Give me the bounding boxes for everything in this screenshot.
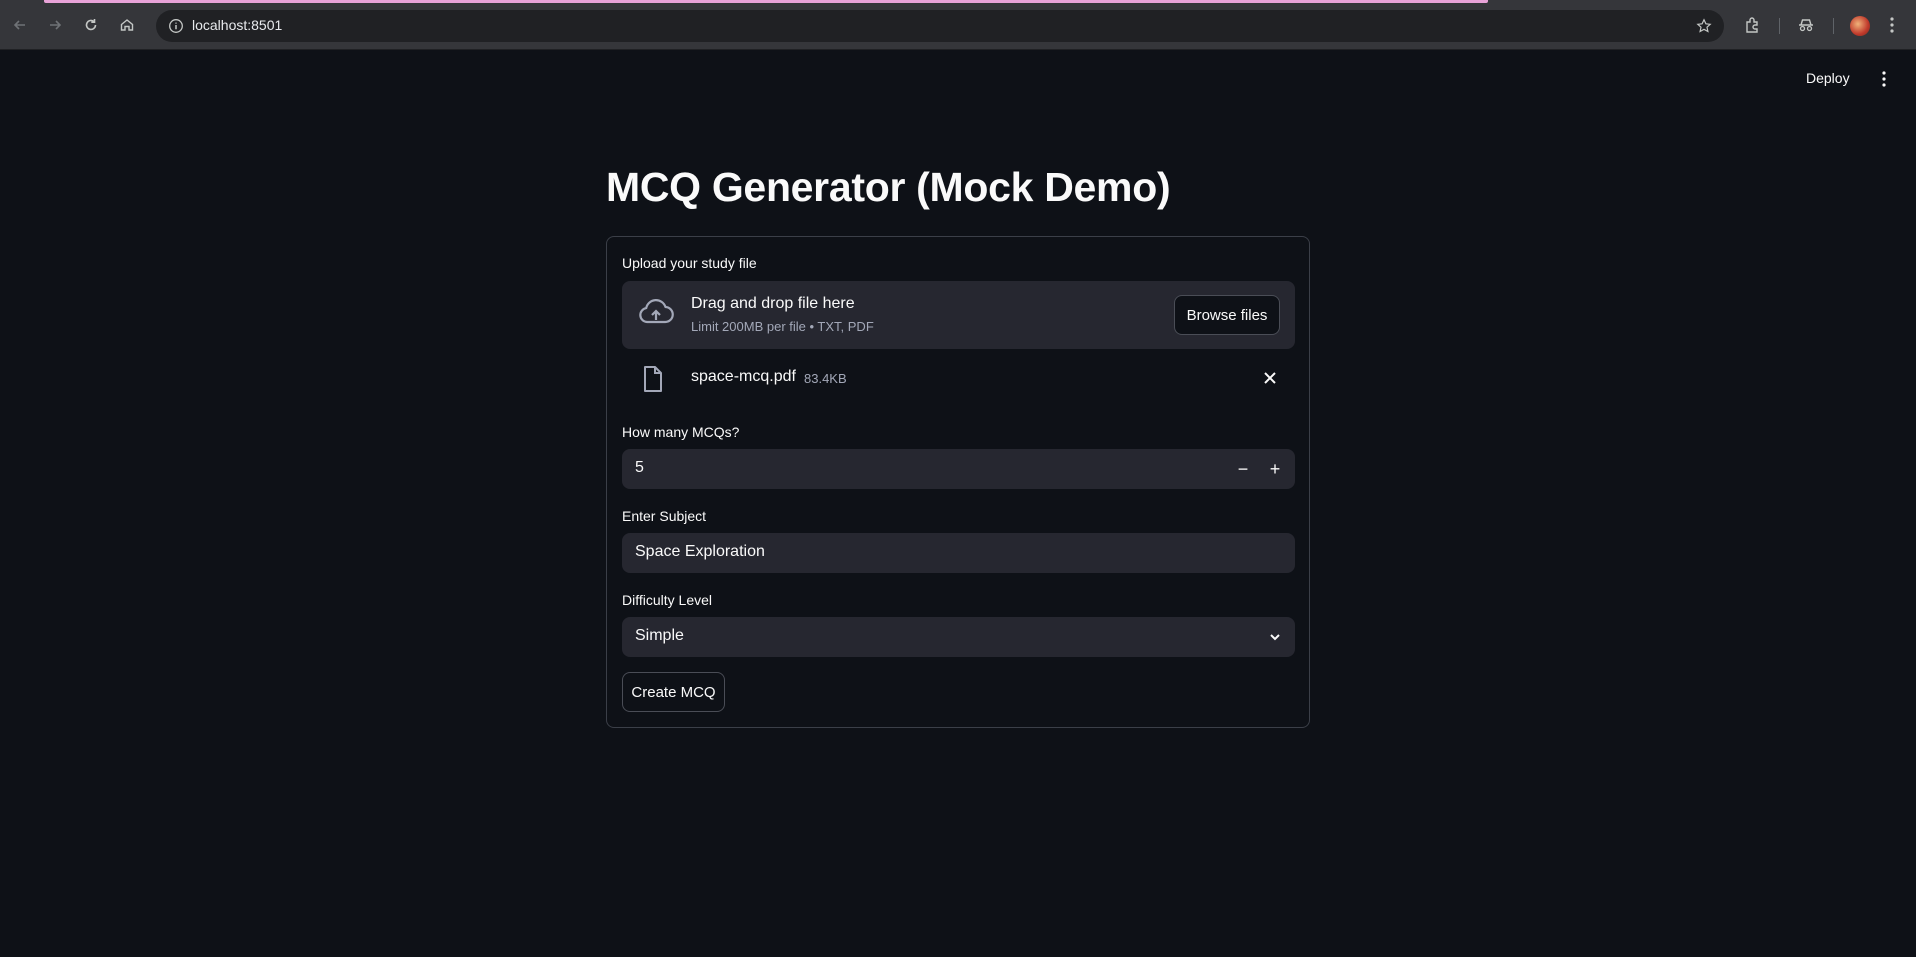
upload-label: Upload your study file (622, 255, 757, 271)
incognito-icon[interactable] (1797, 16, 1815, 34)
browser-menu-icon[interactable] (1887, 15, 1897, 35)
mcq-count-stepper[interactable]: 5 − + (622, 449, 1295, 489)
mcq-count-value[interactable]: 5 (635, 459, 644, 477)
decrement-button[interactable]: − (1233, 459, 1253, 479)
arrow-left-icon[interactable] (9, 14, 31, 36)
toolbar-divider (1779, 18, 1780, 34)
app-menu-icon[interactable] (1880, 70, 1888, 88)
mcq-count-label: How many MCQs? (622, 424, 740, 440)
page-load-progress (44, 0, 1488, 3)
profile-avatar[interactable] (1850, 16, 1870, 36)
file-dropzone[interactable]: Drag and drop file here Limit 200MB per … (622, 281, 1295, 349)
address-bar[interactable]: localhost:8501 (156, 10, 1724, 42)
dropzone-title: Drag and drop file here (691, 295, 855, 312)
subject-input[interactable]: Space Exploration (622, 533, 1295, 573)
difficulty-selected-value[interactable]: Simple (635, 627, 684, 645)
extensions-icon[interactable] (1744, 16, 1762, 34)
difficulty-select[interactable]: Simple (622, 617, 1295, 657)
reload-icon[interactable] (80, 14, 102, 36)
file-icon (644, 366, 662, 392)
site-info-icon[interactable] (168, 18, 184, 34)
increment-button[interactable]: + (1265, 459, 1285, 479)
dropzone-subtitle: Limit 200MB per file • TXT, PDF (691, 319, 874, 334)
cloud-upload-icon (639, 299, 674, 324)
toolbar-divider (1833, 18, 1834, 34)
url-text[interactable]: localhost:8501 (192, 17, 282, 33)
uploaded-file-name: space-mcq.pdf (691, 368, 796, 385)
bookmark-star-icon[interactable] (1696, 18, 1712, 34)
subject-value[interactable]: Space Exploration (635, 543, 765, 561)
uploaded-file-row: space-mcq.pdf 83.4KB (622, 361, 1295, 405)
create-mcq-button[interactable]: Create MCQ (622, 672, 725, 712)
browser-toolbar: localhost:8501 (0, 0, 1916, 50)
page-title: MCQ Generator (Mock Demo) (606, 164, 1171, 210)
uploaded-file-size: 83.4KB (804, 371, 847, 386)
difficulty-label: Difficulty Level (622, 592, 713, 608)
deploy-button[interactable]: Deploy (1806, 70, 1850, 86)
subject-label: Enter Subject (622, 508, 707, 524)
mcq-form: Upload your study file Drag and drop fil… (606, 236, 1310, 728)
chevron-down-icon[interactable] (1269, 631, 1281, 643)
browse-files-button[interactable]: Browse files (1174, 295, 1280, 335)
close-icon[interactable] (1263, 371, 1277, 385)
arrow-right-icon[interactable] (44, 14, 66, 36)
home-icon[interactable] (116, 14, 138, 36)
